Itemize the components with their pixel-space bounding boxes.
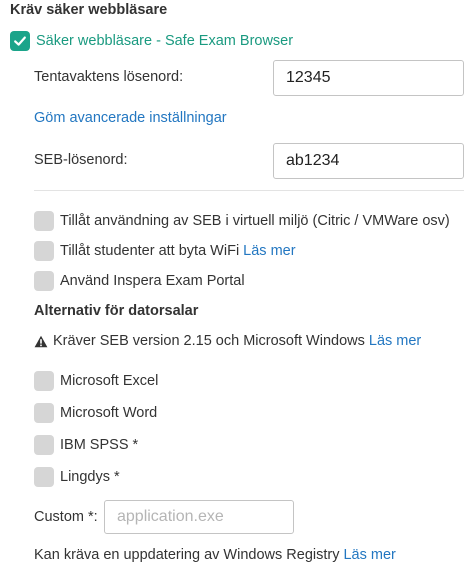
seb-password-label: SEB-lösenord: bbox=[34, 152, 128, 168]
seb-password-field[interactable] bbox=[273, 143, 464, 179]
seb-checkbox[interactable] bbox=[10, 31, 30, 51]
registry-note-text: Kan kräva en uppdatering av Windows Regi… bbox=[34, 547, 340, 563]
option-switch-wifi[interactable]: Tillåt studenter att byta WiFi Läs mer bbox=[34, 241, 296, 261]
option-exam-portal-checkbox[interactable] bbox=[34, 271, 54, 291]
seb-version-warning: Kräver SEB version 2.15 och Microsoft Wi… bbox=[34, 333, 421, 349]
registry-note: Kan kräva en uppdatering av Windows Regi… bbox=[34, 547, 396, 563]
checkmark-icon bbox=[14, 36, 26, 46]
seb-version-warning-text: Kräver SEB version 2.15 och Microsoft Wi… bbox=[53, 333, 365, 349]
app-spss[interactable]: IBM SPSS * bbox=[34, 435, 138, 455]
app-excel-checkbox[interactable] bbox=[34, 371, 54, 391]
option-virtual-env[interactable]: Tillåt användning av SEB i virtuell milj… bbox=[34, 211, 450, 231]
option-exam-portal-label: Använd Inspera Exam Portal bbox=[60, 273, 245, 289]
app-word[interactable]: Microsoft Word bbox=[34, 403, 157, 423]
app-spss-checkbox[interactable] bbox=[34, 435, 54, 455]
section-title-computer-rooms: Alternativ för datorsalar bbox=[34, 303, 199, 319]
option-switch-wifi-checkbox[interactable] bbox=[34, 241, 54, 261]
app-word-label: Microsoft Word bbox=[60, 405, 158, 421]
option-virtual-env-checkbox[interactable] bbox=[34, 211, 54, 231]
seb-checkbox-label: Säker webbläsare - Safe Exam Browser bbox=[36, 33, 294, 49]
registry-read-more-link[interactable]: Läs mer bbox=[343, 547, 395, 563]
option-switch-wifi-label: Tillåt studenter att byta WiFi bbox=[60, 243, 240, 259]
divider bbox=[34, 190, 464, 191]
option-switch-wifi-read-more-link[interactable]: Läs mer bbox=[243, 243, 295, 259]
section-title-secure-browser: Kräv säker webbläsare bbox=[10, 2, 168, 18]
warning-icon bbox=[34, 335, 48, 347]
seb-version-read-more-link[interactable]: Läs mer bbox=[369, 333, 421, 349]
option-exam-portal[interactable]: Använd Inspera Exam Portal bbox=[34, 271, 245, 291]
app-excel[interactable]: Microsoft Excel bbox=[34, 371, 158, 391]
hide-advanced-settings-link[interactable]: Göm avancerade inställningar bbox=[34, 110, 227, 126]
proctor-password-label: Tentavaktens lösenord: bbox=[34, 69, 184, 85]
app-lingdys-label: Lingdys * bbox=[60, 469, 120, 485]
app-excel-label: Microsoft Excel bbox=[60, 373, 159, 389]
proctor-password-field[interactable] bbox=[273, 60, 464, 96]
custom-app-field[interactable] bbox=[104, 500, 294, 534]
app-lingdys[interactable]: Lingdys * bbox=[34, 467, 120, 487]
custom-app-label: Custom *: bbox=[34, 509, 98, 525]
app-spss-label: IBM SPSS * bbox=[60, 437, 139, 453]
app-word-checkbox[interactable] bbox=[34, 403, 54, 423]
app-lingdys-checkbox[interactable] bbox=[34, 467, 54, 487]
seb-checkbox-row[interactable]: Säker webbläsare - Safe Exam Browser bbox=[10, 31, 293, 51]
option-virtual-env-label: Tillåt användning av SEB i virtuell milj… bbox=[60, 213, 450, 229]
